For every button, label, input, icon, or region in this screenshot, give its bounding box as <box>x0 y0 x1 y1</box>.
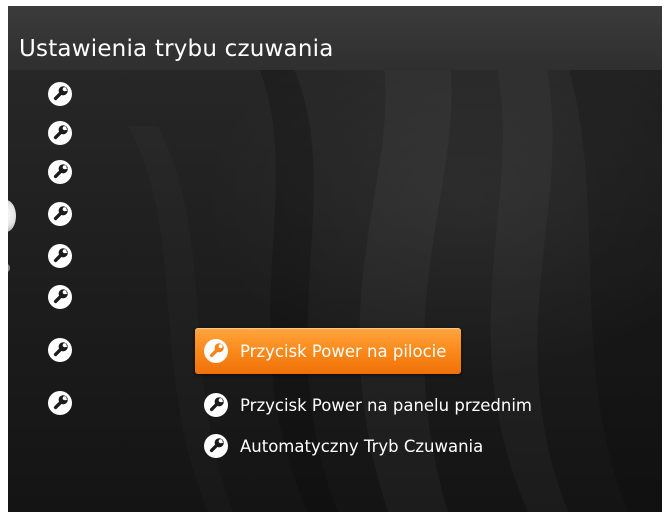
wrench-icon <box>203 392 229 418</box>
menu-item-label: Automatyczny Tryb Czuwania <box>240 436 484 456</box>
menu-item-label: Przycisk Power na pilocie <box>240 341 447 361</box>
standby-settings-screen: Ustawienia trybu czuwania Przycisk Power… <box>8 6 662 512</box>
menu-item-remote-power-button[interactable]: Przycisk Power na pilocie <box>195 328 461 374</box>
wrench-icon[interactable] <box>47 390 73 416</box>
page-title: Ustawienia trybu czuwania <box>19 36 334 62</box>
menu-item-front-panel-power-button[interactable]: Przycisk Power na panelu przednim <box>195 382 532 428</box>
wrench-icon[interactable] <box>47 201 73 227</box>
wrench-icon[interactable] <box>47 243 73 269</box>
title-bar: Ustawienia trybu czuwania <box>8 6 662 70</box>
wrench-icon <box>203 433 229 459</box>
wrench-icon[interactable] <box>47 120 73 146</box>
wrench-icon[interactable] <box>47 159 73 185</box>
wrench-icon <box>203 338 229 364</box>
menu-item-label: Przycisk Power na panelu przednim <box>240 395 533 415</box>
menu-item-auto-standby[interactable]: Automatyczny Tryb Czuwania <box>195 423 483 469</box>
wrench-icon[interactable] <box>47 337 73 363</box>
wrench-icon[interactable] <box>47 81 73 107</box>
wrench-icon[interactable] <box>47 284 73 310</box>
